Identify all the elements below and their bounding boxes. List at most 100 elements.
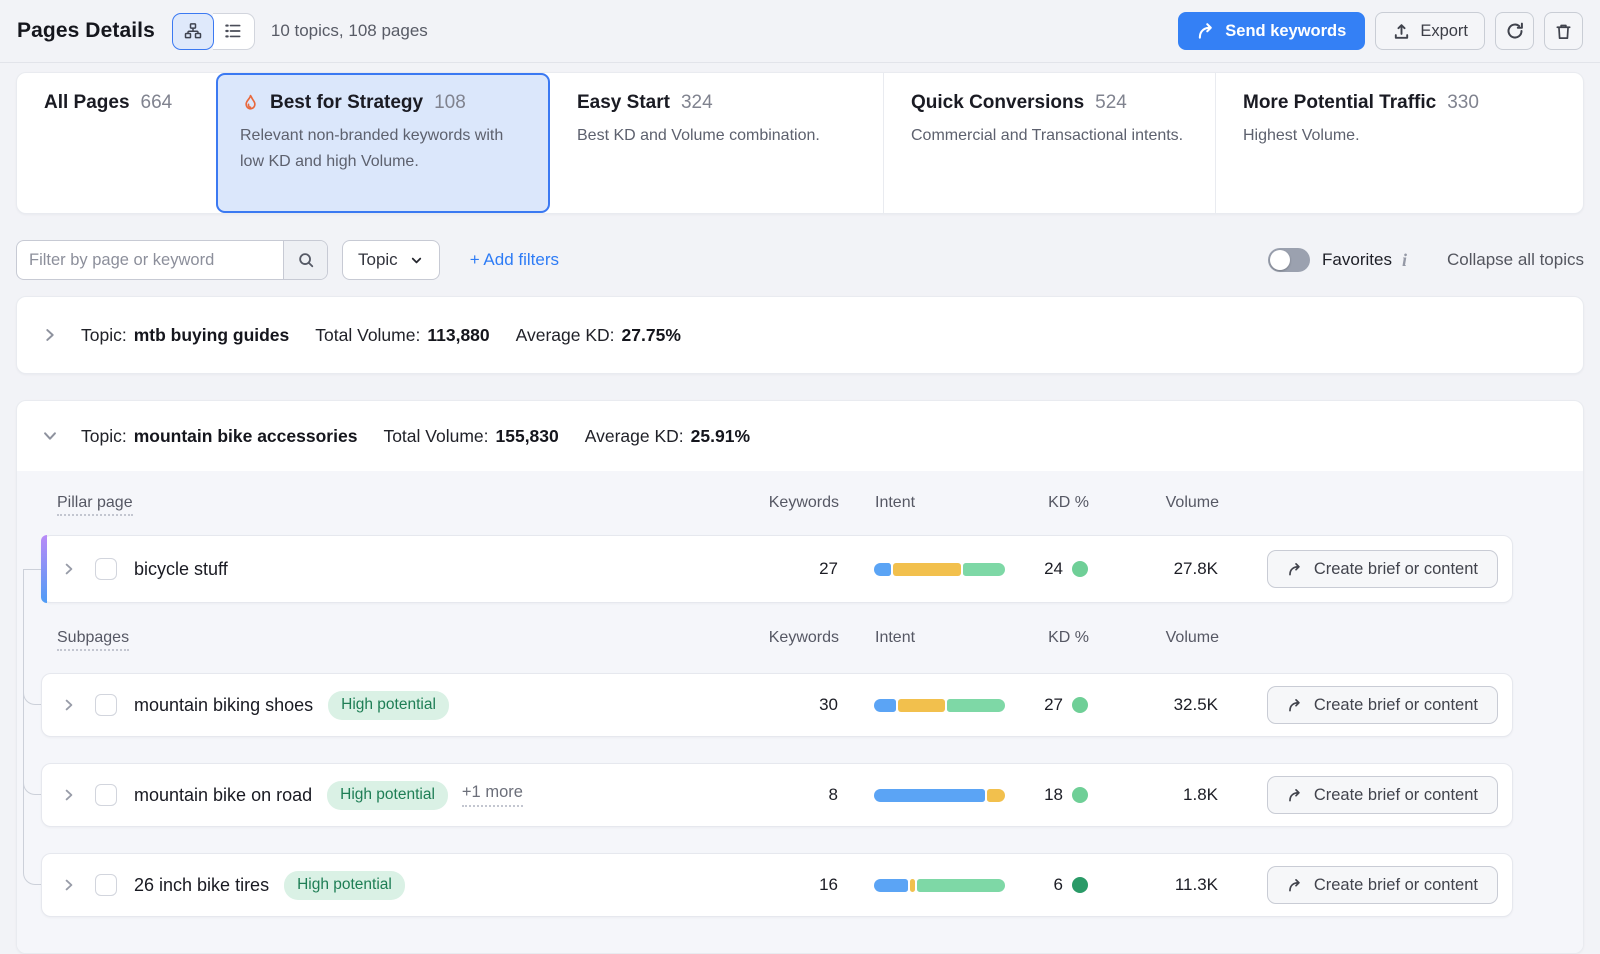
kd-value: 18 [1044,785,1063,805]
column-header-intent: Intent [839,494,1009,512]
tree-connector [23,569,41,570]
tab-label: More Potential Traffic [1243,92,1436,114]
chevron-right-icon[interactable] [58,694,80,716]
subpages-label: Subpages [57,629,129,651]
tab-label: Best for Strategy [270,92,423,114]
column-header-volume: Volume [1089,629,1219,647]
pillar-page-row: bicycle stuff 27 24 27.8K Create brief o… [41,535,1513,603]
flame-icon [240,93,261,114]
list-icon [223,21,243,41]
create-brief-button[interactable]: Create brief or content [1267,866,1498,904]
kd-dot [1072,877,1088,893]
row-checkbox[interactable] [95,558,117,580]
tab-easy-start[interactable]: Easy Start 324 Best KD and Volume combin… [550,73,884,213]
average-kd-label: Average KD: [585,426,684,447]
send-arrow-icon [1287,787,1304,804]
tab-description: Relevant non-branded keywords with low K… [240,123,530,175]
tab-all-pages[interactable]: All Pages 664 [17,73,216,213]
favorites-toggle[interactable] [1268,248,1310,272]
tree-connector [23,759,41,795]
tab-label: Easy Start [577,92,670,114]
row-checkbox[interactable] [95,874,117,896]
add-filters-link[interactable]: + Add filters [470,250,559,270]
send-arrow-icon [1287,697,1304,714]
view-toggle [172,13,255,50]
page-name: 26 inch bike tires [134,875,269,896]
keywords-count: 27 [728,559,838,579]
kd-dot [1072,787,1088,803]
send-keywords-label: Send keywords [1225,22,1346,41]
volume-value: 1.8K [1088,785,1218,805]
column-header-kd: KD % [1009,629,1089,647]
export-button[interactable]: Export [1375,12,1485,50]
average-kd-value: 27.75% [622,325,681,346]
total-volume-value: 113,880 [427,325,489,346]
chevron-right-icon[interactable] [58,784,80,806]
create-brief-button[interactable]: Create brief or content [1267,686,1498,724]
topic-header[interactable]: Topic: mountain bike accessories Total V… [17,401,1583,471]
search-icon [297,251,315,269]
average-kd-label: Average KD: [516,325,615,346]
volume-value: 32.5K [1088,695,1218,715]
column-header-intent: Intent [839,629,1009,647]
topic-name: mtb buying guides [134,325,290,346]
high-potential-badge: High potential [284,871,405,900]
export-icon [1392,22,1411,41]
info-icon[interactable]: i [1402,250,1407,271]
volume-value: 27.8K [1088,559,1218,579]
chevron-right-icon[interactable] [58,874,80,896]
kd-value: 24 [1044,559,1063,579]
collapse-all-topics-link[interactable]: Collapse all topics [1447,250,1584,270]
filter-bar: Topic + Add filters Favorites i Collapse… [16,240,1584,280]
chevron-right-icon[interactable] [39,324,61,346]
create-brief-button[interactable]: Create brief or content [1267,550,1498,588]
tab-label: All Pages [44,92,130,114]
high-potential-badge: High potential [327,781,448,810]
chevron-down-icon[interactable] [39,425,61,447]
topic-prefix: Topic: [81,426,127,447]
refresh-icon [1505,21,1525,41]
tab-label: Quick Conversions [911,92,1084,114]
list-view-button[interactable] [213,13,255,50]
topic-row-mtb-buying-guides[interactable]: Topic: mtb buying guides Total Volume: 1… [16,296,1584,374]
send-arrow-icon [1287,561,1304,578]
tab-count: 330 [1447,92,1479,114]
keywords-count: 8 [728,785,838,805]
toolbar: Pages Details 10 topics, 108 pages [0,0,1600,63]
column-header-kd: KD % [1009,494,1089,512]
total-volume-label: Total Volume: [383,426,488,447]
tab-count: 324 [681,92,713,114]
average-kd-value: 25.91% [691,426,750,447]
send-arrow-icon [1287,877,1304,894]
volume-value: 11.3K [1088,875,1218,895]
topic-filter-dropdown[interactable]: Topic [342,240,440,280]
send-arrow-icon [1197,22,1216,41]
intent-bar [874,789,1005,802]
tab-quick-conversions[interactable]: Quick Conversions 524 Commercial and Tra… [884,73,1216,213]
tree-view-button[interactable] [172,13,214,50]
chevron-right-icon[interactable] [58,558,80,580]
row-checkbox[interactable] [95,784,117,806]
search-input[interactable] [17,241,283,279]
tab-count: 108 [434,92,466,114]
tree-connector [23,669,41,705]
export-label: Export [1420,22,1468,41]
create-brief-button[interactable]: Create brief or content [1267,776,1498,814]
page-name: mountain bike on road [134,785,312,806]
delete-button[interactable] [1544,12,1583,50]
search-box [16,240,328,280]
create-brief-label: Create brief or content [1314,786,1478,805]
more-badges-link[interactable]: +1 more [462,783,523,807]
search-button[interactable] [283,241,327,279]
column-header-keywords: Keywords [729,629,839,647]
topics-pages-summary: 10 topics, 108 pages [271,21,428,41]
tab-more-potential-traffic[interactable]: More Potential Traffic 330 Highest Volum… [1216,73,1583,213]
refresh-button[interactable] [1495,12,1534,50]
subpage-row: 26 inch bike tires High potential 16 6 1… [41,853,1513,917]
pillar-page-label: Pillar page [57,494,133,516]
send-keywords-button[interactable]: Send keywords [1178,12,1365,50]
column-header-keywords: Keywords [729,494,839,512]
row-checkbox[interactable] [95,694,117,716]
tab-best-for-strategy[interactable]: Best for Strategy 108 Relevant non-brand… [216,73,550,213]
intent-bar [874,879,1005,892]
